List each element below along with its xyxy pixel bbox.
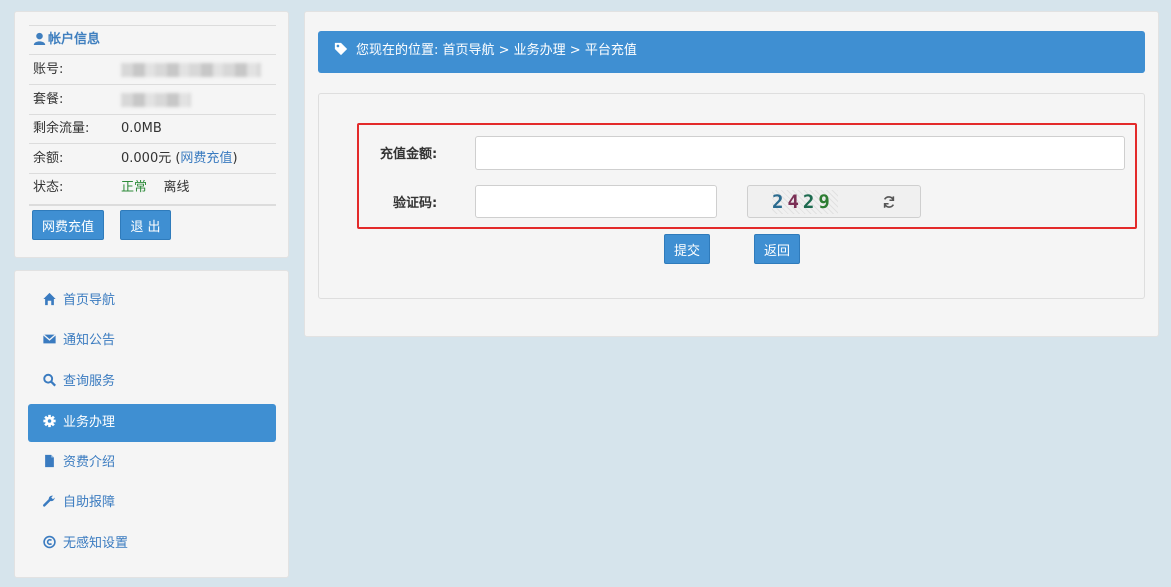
nav-item-query[interactable]: 查询服务: [28, 363, 276, 401]
gear-icon: [43, 414, 56, 428]
status-offline: 离线: [163, 180, 190, 195]
nav-panel: 首页导航 通知公告 查询服务 业务办理 资费介绍 自助报障 无感知设置: [14, 270, 289, 578]
wrench-icon: [43, 495, 55, 507]
back-button[interactable]: 返回: [754, 234, 800, 264]
amount-label: 充值金额:: [380, 147, 438, 162]
recharge-button[interactable]: 网费充值: [32, 210, 104, 240]
search-icon: [43, 373, 56, 387]
status-value: 正常 离线: [121, 173, 190, 202]
nav-item-label: 通知公告: [63, 333, 116, 348]
nav-item-label: 无感知设置: [63, 536, 129, 551]
account-panel: 帐户信息 账号: 套餐: 剩余流量: 0.0MB 余额: 0.000元 (网费充…: [14, 11, 289, 258]
account-row-plan: 套餐:: [29, 85, 276, 115]
nav-item-label: 查询服务: [63, 374, 116, 389]
nav-item-notice[interactable]: 通知公告: [28, 322, 276, 360]
account-row-traffic: 剩余流量: 0.0MB: [29, 114, 276, 144]
main-panel: 您现在的位置: 首页导航 > 业务办理 > 平台充值 充值金额: 验证码: 24…: [304, 11, 1159, 337]
breadcrumb-text: 您现在的位置: 首页导航 > 业务办理 > 平台充值: [356, 43, 637, 58]
account-row-id: 账号:: [29, 55, 276, 85]
balance-amount: 0.000元 (: [121, 151, 181, 166]
traffic-label: 剩余流量:: [33, 121, 90, 136]
captcha-label: 验证码:: [393, 196, 438, 211]
envelope-icon: [42, 334, 57, 344]
nav-item-home[interactable]: 首页导航: [28, 282, 276, 320]
blurred-account-id: [121, 62, 261, 77]
plan-value: [121, 85, 191, 114]
balance-value: 0.000元 (网费充值): [121, 144, 238, 173]
status-normal: 正常: [121, 180, 148, 195]
blurred-plan: [121, 92, 191, 107]
user-icon: [33, 32, 46, 45]
amount-input[interactable]: [475, 136, 1125, 170]
copyright-icon: [43, 535, 56, 549]
captcha-image[interactable]: 2429: [772, 190, 838, 214]
account-id-label: 账号:: [33, 62, 64, 77]
file-icon: [45, 454, 54, 468]
nav-item-report[interactable]: 自助报障: [28, 484, 276, 522]
captcha-input[interactable]: [475, 185, 717, 218]
account-row-status: 状态: 正常 离线: [29, 173, 276, 203]
nav-item-label: 业务办理: [63, 415, 116, 430]
account-title-text: 帐户信息: [48, 32, 101, 47]
balance-recharge-link[interactable]: 网费充值: [180, 151, 232, 166]
status-label: 状态:: [33, 180, 64, 195]
nav-item-seamless[interactable]: 无感知设置: [28, 525, 276, 563]
account-divider: [29, 204, 276, 206]
balance-label: 余额:: [33, 151, 64, 166]
nav-item-label: 首页导航: [63, 293, 116, 308]
breadcrumb: 您现在的位置: 首页导航 > 业务办理 > 平台充值: [318, 31, 1145, 73]
refresh-icon[interactable]: [882, 195, 896, 209]
submit-button[interactable]: 提交: [664, 234, 710, 264]
account-id-value: [121, 55, 261, 84]
tag-icon: [334, 42, 348, 56]
nav-item-label: 资费介绍: [63, 455, 116, 470]
nav-item-label: 自助报障: [63, 495, 116, 510]
nav-item-pricing[interactable]: 资费介绍: [28, 444, 276, 482]
nav-item-business[interactable]: 业务办理: [28, 404, 276, 442]
captcha-widget: 2429: [747, 185, 921, 218]
traffic-value: 0.0MB: [121, 121, 162, 136]
plan-label: 套餐:: [33, 92, 64, 107]
home-icon: [43, 292, 56, 306]
balance-suffix: ): [232, 151, 238, 166]
account-row-balance: 余额: 0.000元 (网费充值): [29, 144, 276, 174]
logout-button[interactable]: 退 出: [120, 210, 171, 240]
account-title: 帐户信息: [29, 25, 276, 55]
